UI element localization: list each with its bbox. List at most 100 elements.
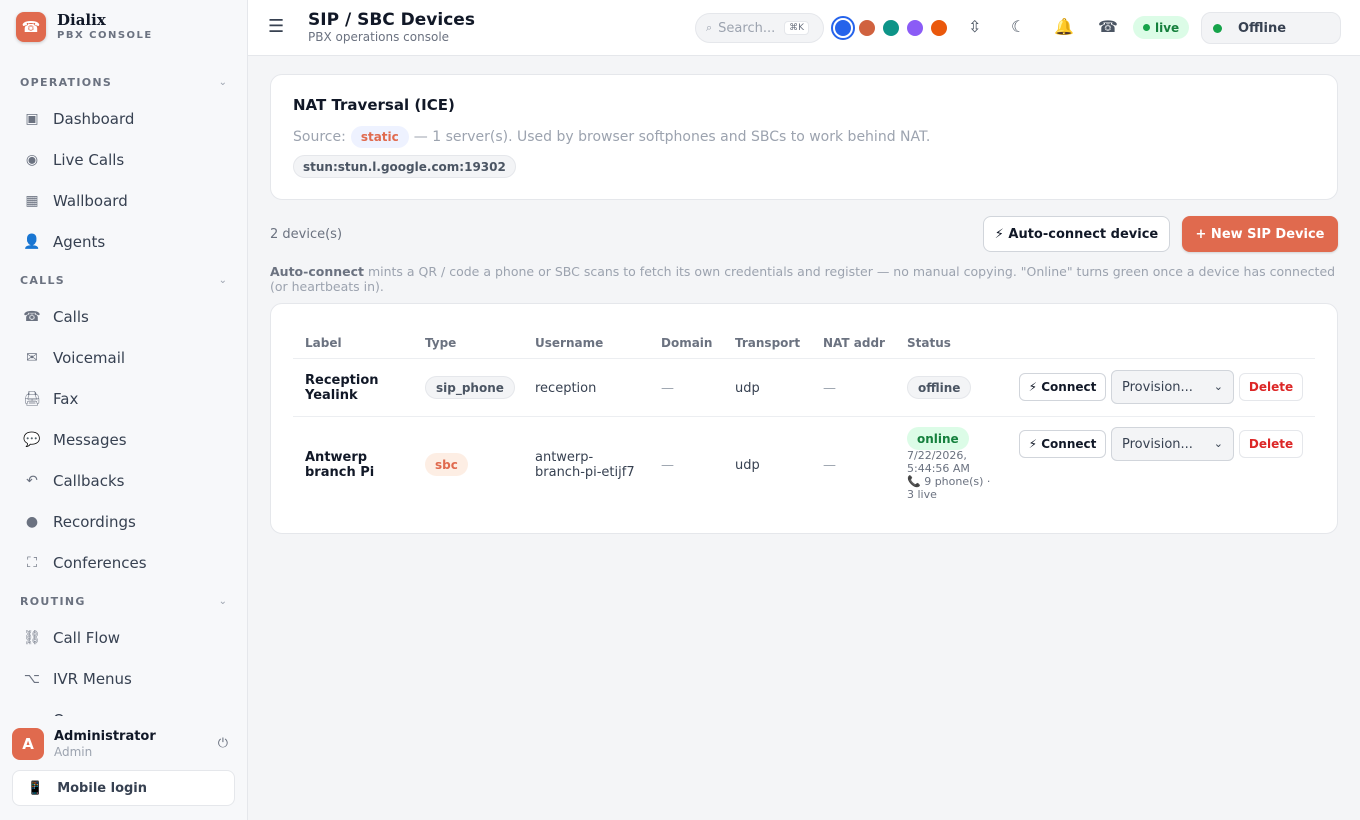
queues-icon: ≡ — [23, 712, 41, 717]
theme-swatch-blue[interactable] — [831, 16, 855, 40]
call-flow-icon: ⛓ — [23, 629, 41, 646]
mobile-login-label: Mobile login — [57, 780, 148, 796]
theme-swatch-orange[interactable] — [859, 20, 875, 36]
sidebar-item-conferences[interactable]: ⛶ Conferences — [0, 542, 247, 583]
chevron-down-icon: ⌄ — [218, 274, 227, 286]
chevron-down-icon: ⌄ — [1213, 437, 1223, 450]
sidebar-item-ivr-menus[interactable]: ⌥ IVR Menus — [0, 658, 247, 699]
sidebar-item-live-calls[interactable]: ◉ Live Calls — [0, 139, 247, 180]
sidebar-item-label: Queues — [53, 711, 110, 717]
device-count: 2 device(s) — [270, 227, 343, 242]
device-domain: — — [661, 458, 674, 473]
sidebar-item-label: Callbacks — [53, 471, 125, 490]
power-icon[interactable]: ⏻ — [218, 736, 228, 751]
search-icon: ⌕ — [706, 21, 713, 34]
mobile-login-button[interactable]: 📱 Mobile login — [12, 770, 235, 806]
device-transport: udp — [735, 381, 760, 396]
chevron-down-icon: ⌄ — [218, 76, 227, 88]
new-sip-device-button[interactable]: + New SIP Device — [1182, 216, 1338, 252]
device-domain: — — [661, 381, 674, 396]
sidebar-item-label: IVR Menus — [53, 669, 132, 688]
sidebar-item-voicemail[interactable]: ✉ Voicemail — [0, 337, 247, 378]
nat-card-title: NAT Traversal (ICE) — [293, 96, 455, 114]
search-box[interactable]: ⌕ ⌘K — [695, 13, 824, 43]
theme-swatch-purple[interactable] — [907, 20, 923, 36]
nav-section-title: ROUTING — [20, 594, 86, 608]
sidebar-item-agents[interactable]: 👤 Agents — [0, 221, 247, 262]
auto-connect-button[interactable]: ⚡ Auto-connect device — [983, 216, 1170, 252]
nat-source-label: Source: — [293, 129, 346, 145]
sidebar-item-recordings[interactable]: ● Recordings — [0, 501, 247, 542]
sidebar-nav: OPERATIONS ⌄ ▣ Dashboard ◉ Live Calls ▦ Wallboa… — [0, 64, 247, 717]
mobile-phone-icon: 📱 — [27, 780, 44, 796]
nav-section-calls[interactable]: CALLS ⌄ — [0, 264, 247, 296]
brand-name: Dialix — [57, 11, 106, 29]
sidebar-item-label: Conferences — [53, 553, 147, 572]
device-type-badge: sip_phone — [425, 376, 515, 399]
hint-bold: Auto-connect — [270, 264, 364, 279]
live-badge: live — [1133, 16, 1190, 39]
nav-section-title: OPERATIONS — [20, 75, 113, 89]
search-input[interactable] — [718, 20, 783, 36]
device-username: reception — [535, 381, 597, 396]
provision-select[interactable]: Provision... ⌄ — [1111, 427, 1234, 461]
nav-section-title: CALLS — [20, 273, 66, 287]
sidebar-item-wallboard[interactable]: ▦ Wallboard — [0, 180, 247, 221]
notifications-bell-icon[interactable]: 🔔 — [1054, 17, 1074, 36]
delete-button[interactable]: Delete — [1239, 373, 1303, 401]
sidebar-item-label: Messages — [53, 430, 127, 449]
sidebar-item-queues[interactable]: ≡ Queues — [0, 699, 247, 717]
user-name: Administrator — [54, 728, 156, 744]
stun-server-chip: stun:stun.l.google.com:19302 — [293, 155, 516, 178]
column-header-label: Label — [305, 336, 342, 350]
connect-button[interactable]: ⚡ Connect — [1019, 373, 1106, 401]
delete-button[interactable]: Delete — [1239, 430, 1303, 458]
device-username: antwerp-branch-pi-etijf7 — [535, 450, 635, 480]
nav-section-routing[interactable]: ROUTING ⌄ — [0, 585, 247, 617]
messages-icon: 💬 — [23, 431, 41, 448]
column-header-transport: Transport — [735, 336, 801, 350]
sidebar-item-dashboard[interactable]: ▣ Dashboard — [0, 98, 247, 139]
dark-mode-moon-icon[interactable]: ☾ — [1011, 17, 1025, 36]
sidebar-item-label: Recordings — [53, 512, 136, 531]
user-profile[interactable]: A Administrator Admin ⏻ — [12, 728, 236, 760]
nat-source-badge: static — [350, 126, 409, 148]
fax-icon: 🖨 — [23, 390, 41, 407]
provision-select[interactable]: Provision... ⌄ — [1111, 370, 1234, 404]
device-label: Reception Yealink — [305, 373, 379, 403]
column-header-status: Status — [907, 336, 951, 350]
status-dot-icon — [1213, 23, 1222, 33]
connect-button[interactable]: ⚡ Connect — [1019, 430, 1106, 458]
device-nat-addr: — — [823, 381, 836, 396]
hamburger-menu-icon[interactable]: ☰ — [268, 16, 284, 37]
brand-subtitle: PBX CONSOLE — [57, 30, 153, 41]
callbacks-icon: ↶ — [26, 472, 38, 489]
column-header-type: Type — [425, 336, 457, 350]
sidebar-item-fax[interactable]: 🖨 Fax — [0, 378, 247, 419]
sidebar-item-label: Agents — [53, 232, 106, 251]
sidebar-item-call-flow[interactable]: ⛓ Call Flow — [0, 617, 247, 658]
softphone-icon[interactable]: ☎ — [1098, 17, 1118, 36]
sidebar-item-calls[interactable]: ☎ Calls — [0, 296, 247, 337]
sidebar-item-callbacks[interactable]: ↶ Callbacks — [0, 460, 247, 501]
sidebar-item-messages[interactable]: 💬 Messages — [0, 419, 247, 460]
density-toggle-icon[interactable]: ⇳ — [968, 17, 981, 36]
row-divider — [293, 358, 1315, 359]
theme-swatch-amber[interactable] — [931, 20, 947, 36]
recordings-icon: ● — [25, 513, 39, 530]
chevron-down-icon: ⌄ — [218, 595, 227, 607]
chevron-down-icon: ⌄ — [1213, 380, 1223, 393]
hint-text: mints a QR / code a phone or SBC scans t… — [270, 264, 1336, 294]
device-label: Antwerp branch Pi — [305, 450, 375, 480]
phone-icon: ☎ — [16, 12, 46, 42]
presence-status-select[interactable]: Offline — [1201, 12, 1341, 44]
sidebar-item-label: Live Calls — [53, 150, 125, 169]
theme-swatch-teal[interactable] — [883, 20, 899, 36]
provision-select-value: Provision... — [1122, 436, 1193, 452]
nav-section-operations[interactable]: OPERATIONS ⌄ — [0, 66, 247, 98]
sidebar-item-label: Wallboard — [53, 191, 128, 210]
device-transport: udp — [735, 458, 760, 473]
brand[interactable]: ☎ Dialix PBX CONSOLE — [16, 12, 153, 42]
wallboard-icon: ▦ — [25, 192, 39, 209]
agents-icon: 👤 — [23, 233, 41, 250]
